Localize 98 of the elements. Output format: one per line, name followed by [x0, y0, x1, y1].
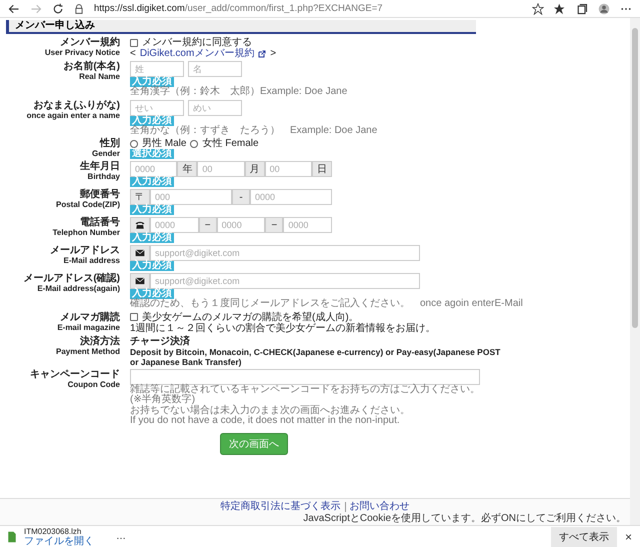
terms-link[interactable]: DiGiket.comメンバー規約 [140, 48, 254, 59]
required-badge: 入力必須 [130, 261, 174, 271]
field-label: おなまえ(ふりがな) [33, 100, 120, 110]
field-label: お名前(本名) [63, 61, 120, 72]
radio-label: 男性 Male [142, 138, 186, 149]
hint-text: 確認のため、もう１度同じメールアドレスをご記入ください。 once agoin enterE-Mail [130, 299, 523, 310]
hint-text: If you do not have a code, it does not matter in the non-input. [130, 416, 400, 426]
section-heading: メンバー申し込み [6, 20, 476, 34]
input-addon: 日 [312, 161, 332, 177]
payment-description: Deposit by Bitcoin, Monacoin, C-CHECK(Japanese e-currency) or Pay-easy(Japanese POST or Japanese Bank Transfer) [130, 346, 502, 366]
hint-text: 全角漢字（例：鈴木 太郎）Example: Doe Jane [130, 87, 348, 98]
text-input[interactable]: support@digiket.com [150, 273, 420, 289]
open-file-link[interactable]: ファイルを開く [24, 536, 94, 546]
text-input[interactable]: 0000 [130, 161, 178, 177]
field-label: User Privacy Notice [44, 48, 120, 57]
required-badge: 入力必須 [130, 233, 174, 243]
input-addon: 年 [177, 161, 198, 177]
field-label: 生年月日 [80, 161, 120, 172]
radio-label: 女性 Female [202, 138, 259, 149]
bracket-text: < [130, 48, 136, 59]
address-bar[interactable]: https://ssl.digiket.com/user_add/common/first_1.php?EXCHANGE=7 [94, 3, 522, 14]
hint-text: 全角かな（例：すずき たろう） Example: Doe Jane [130, 126, 378, 136]
text-input[interactable]: support@digiket.com [150, 245, 420, 261]
text-input[interactable]: 姓 [130, 61, 184, 77]
field-label: 性別 [100, 138, 120, 149]
text-input[interactable]: 名 [188, 61, 242, 77]
checkbox-label: 美少女ゲームのメルマガの購読を希望(成人向)。 [142, 312, 359, 322]
field-label: メールアドレス(確認) [23, 273, 120, 284]
field-label: Birthday [88, 172, 120, 181]
forward-icon [30, 2, 42, 14]
collections-icon[interactable] [576, 2, 588, 14]
text-input[interactable] [130, 368, 480, 384]
field-label: メンバー規約 [60, 37, 120, 48]
checkbox[interactable] [130, 38, 138, 46]
field-label: 郵便番号 [80, 189, 120, 200]
footer-link[interactable]: 特定商取引法に基づく表示 [220, 501, 340, 513]
field-label: キャンペーンコード [30, 368, 120, 380]
field-label: Coupon Code [68, 380, 120, 388]
scrollbar[interactable] [630, 18, 640, 525]
cookie-notice: JavaScriptとCookieを使用しています。必ずONにしてご利用ください。 [303, 513, 626, 525]
text-input[interactable]: 000 [150, 189, 232, 205]
text-input[interactable]: 00 [264, 161, 312, 177]
more-button[interactable]: … [112, 531, 130, 542]
input-addon: 〒 [130, 189, 150, 205]
required-badge: 入力必須 [130, 116, 174, 126]
description-text: 1週間に１～２回くらいの割合で美少女ゲームの新着情報をお届け。 [130, 322, 436, 334]
field-label: E-Mail address(again) [37, 284, 120, 293]
field-label: Postal Code(ZIP) [56, 200, 120, 209]
radio-button[interactable] [190, 140, 198, 148]
required-badge: 入力必須 [130, 77, 174, 87]
input-addon: − [198, 217, 217, 233]
field-label: E-mail magazine [57, 322, 120, 332]
file-icon [6, 530, 18, 542]
text-input[interactable]: 0000 [150, 217, 199, 233]
checkbox-label: メンバー規約に同意する [142, 37, 252, 48]
field-label: once again enter a name [26, 110, 120, 120]
text-input[interactable]: 0000 [250, 189, 332, 205]
text-input[interactable]: めい [188, 100, 242, 116]
field-label: Real Name [79, 72, 120, 81]
field-label: メルマガ購読 [60, 312, 120, 322]
hint-text: (※半角英数字) [130, 395, 196, 405]
required-badge: 入力必須 [130, 205, 174, 215]
bracket-text: > [270, 48, 276, 59]
text-input[interactable]: 0000 [216, 217, 266, 233]
favorites-icon[interactable] [554, 2, 566, 14]
field-label: 電話番号 [80, 217, 120, 228]
field-label: E-Mail address [64, 256, 120, 265]
file-name: ITM0203068.lzh [24, 526, 82, 536]
required-badge: 入力必須 [130, 177, 174, 187]
required-badge: 入力必須 [130, 289, 174, 299]
field-label: 決済方法 [80, 336, 120, 346]
lock-icon [74, 4, 84, 14]
field-label: メールアドレス [50, 245, 120, 256]
hint-text: お持ちでない場合は未入力のまま次の画面へお進みください。 [130, 406, 410, 416]
external-link-icon [258, 50, 266, 58]
checkbox[interactable] [130, 313, 138, 321]
input-addon: 月 [244, 161, 265, 177]
input-addon: − [265, 217, 284, 233]
star-icon[interactable] [532, 2, 544, 14]
profile-icon[interactable] [598, 2, 610, 14]
hint-text: 雑誌等に記載されているキャンペーンコードをお持ちの方はご入力ください。 [130, 384, 480, 394]
close-button[interactable]: × [622, 530, 634, 544]
text-input[interactable]: 0000 [283, 217, 332, 233]
payment-title: チャージ決済 [130, 336, 190, 346]
envelope-icon [135, 248, 145, 258]
input-addon: - [232, 189, 250, 205]
field-label: Payment Method [56, 346, 120, 356]
field-label: Telephon Number [52, 228, 120, 237]
radio-button[interactable] [130, 140, 138, 148]
envelope-icon [135, 276, 145, 286]
reload-icon[interactable] [52, 2, 64, 14]
field-label: Gender [92, 149, 120, 158]
text-input[interactable]: 00 [197, 161, 245, 177]
phone-icon [135, 220, 145, 230]
back-icon [8, 2, 20, 14]
text-input[interactable]: せい [130, 100, 184, 116]
show-all-button[interactable]: すべて表示 [550, 526, 617, 546]
footer-link[interactable]: お問い合わせ [350, 501, 410, 513]
